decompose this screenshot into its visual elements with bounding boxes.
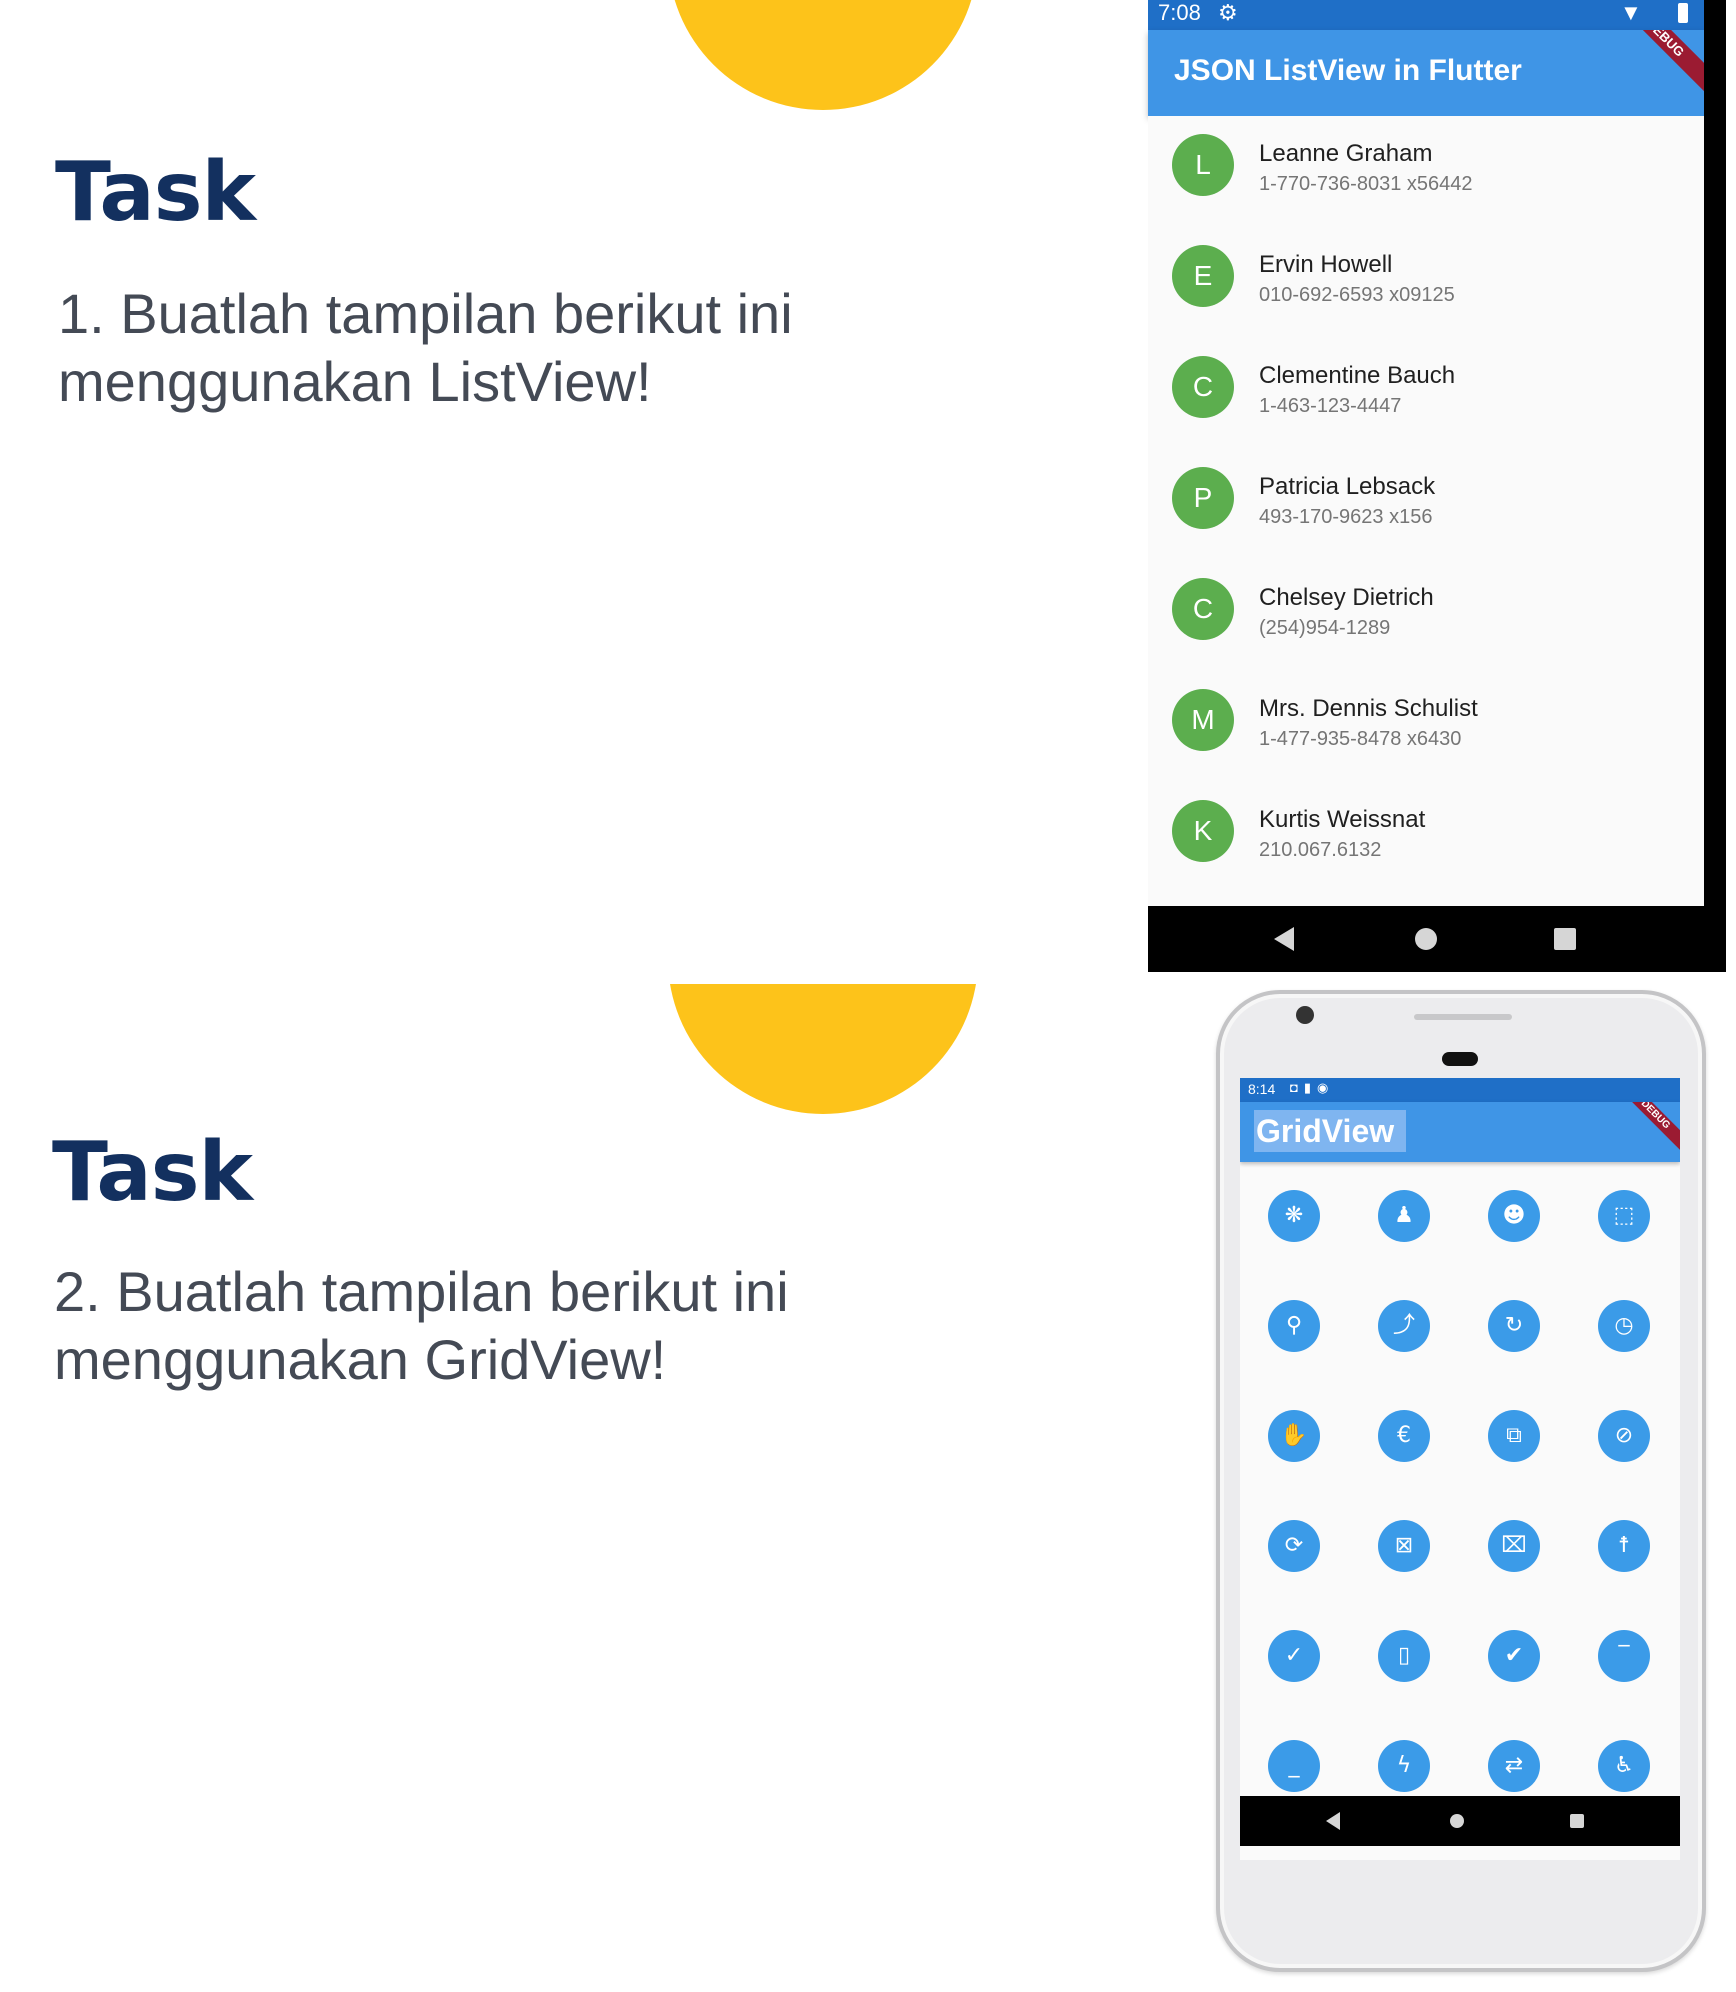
debug-banner: DEBUG [1604, 30, 1704, 99]
list-item[interactable]: M Mrs. Dennis Schulist 1-477-935-8478 x6… [1148, 671, 1704, 782]
pan-tool-icon[interactable]: ✋ [1268, 1410, 1320, 1462]
android-nav-bar [1148, 906, 1704, 972]
accessible-icon[interactable]: ♿ [1598, 1740, 1650, 1792]
debug-banner: DEBUG [1611, 1102, 1680, 1159]
record-voice-icon[interactable]: ☻ [1488, 1190, 1540, 1242]
contact-name: Patricia Lebsack [1259, 473, 1436, 500]
person-icon[interactable]: ♟ [1378, 1190, 1430, 1242]
back-icon[interactable] [1274, 927, 1294, 951]
list-item[interactable]: E Ervin Howell 010-692-6593 x09125 [1148, 227, 1704, 338]
back-icon[interactable] [1326, 1812, 1340, 1830]
contact-phone: 1-770-736-8031 x56442 [1259, 173, 1473, 195]
status-time: 7:08 [1158, 0, 1201, 25]
euro-icon[interactable]: € [1378, 1410, 1430, 1462]
recents-icon[interactable] [1570, 1814, 1584, 1828]
contact-name: Leanne Graham [1259, 140, 1433, 167]
recents-icon[interactable] [1554, 928, 1576, 950]
home-icon[interactable] [1450, 1814, 1464, 1828]
decorative-sun-circle [668, 984, 978, 1114]
minimize-top-icon[interactable]: ‾ [1598, 1630, 1650, 1682]
listview-phone-screenshot: 7:08 ⚙ ▼ JSON ListView in Flutter DEBUG … [1148, 0, 1732, 972]
pets-icon[interactable]: ❋ [1268, 1190, 1320, 1242]
contact-name: Clementine Bauch [1259, 362, 1456, 389]
status-time: 8:14 [1248, 1081, 1276, 1097]
done-all-icon[interactable]: ✔ [1488, 1630, 1540, 1682]
android-nav-bar [1240, 1796, 1680, 1846]
contact-name: Ervin Howell [1259, 251, 1393, 278]
find-replace-icon[interactable]: ⟳ [1268, 1520, 1320, 1572]
app-title: GridView [1254, 1110, 1407, 1152]
task-title: Task [55, 145, 256, 240]
decorative-sun-circle [668, 0, 978, 110]
avatar: E [1172, 245, 1234, 307]
home-icon[interactable] [1415, 928, 1437, 950]
contact-phone: 1-477-935-8478 x6430 [1259, 728, 1462, 750]
offline-bolt-icon[interactable]: ϟ [1378, 1740, 1430, 1792]
app-title: JSON ListView in Flutter [1174, 54, 1522, 87]
minimize-icon[interactable]: _ [1268, 1740, 1320, 1792]
avatar: L [1172, 134, 1234, 196]
task-description: 2. Buatlah tampilan berikut ini mengguna… [54, 1260, 789, 1391]
gridview-phone-mockup: 8:14 ◘▮◉ GridView DEBUG ❋ ♟ ☻ ⬚ ⚲ ⤴ ↻ ◷ ✋ € ⧉ ⊘ ⟳ ⊠ ⌧ ☨… [1216, 990, 1706, 1972]
slide-gridview-task: Task 2. Buatlah tampilan berikut ini men… [0, 984, 1736, 1992]
camera-icon [1296, 1006, 1314, 1024]
list-item[interactable]: C Chelsey Dietrich (254)954-1289 [1148, 560, 1704, 671]
slide-listview-task: Task 1. Buatlah tampilan berikut ini men… [0, 0, 1736, 984]
notification-icons: ◘▮◉ [1290, 1080, 1335, 1095]
avatar: P [1172, 467, 1234, 529]
g-translate-icon[interactable]: ⧉ [1488, 1410, 1540, 1462]
list-item[interactable]: C Clementine Bauch 1-463-123-4447 [1148, 338, 1704, 449]
contact-phone: 493-170-9623 x156 [1259, 506, 1433, 528]
contact-name: Chelsey Dietrich [1259, 584, 1434, 611]
task-title: Task [52, 1125, 253, 1220]
contact-name: Mrs. Dennis Schulist [1259, 695, 1478, 722]
trending-up-icon[interactable]: ⤴ [1378, 1300, 1430, 1352]
proximity-sensor [1442, 1052, 1478, 1066]
contact-name: Kurtis Weissnat [1259, 806, 1426, 833]
contact-list: L Leanne Graham 1-770-736-8031 x56442 E … [1148, 116, 1704, 906]
speaker-notes-off-icon[interactable]: ⊠ [1378, 1520, 1430, 1572]
speaker-grille [1414, 1014, 1512, 1020]
swap-horizontal-circle-icon[interactable]: ⇄ [1488, 1740, 1540, 1792]
task-description: 1. Buatlah tampilan berikut ini mengguna… [58, 282, 793, 413]
crop-free-icon[interactable]: ⬚ [1598, 1190, 1650, 1242]
list-item[interactable]: L Leanne Graham 1-770-736-8031 x56442 [1148, 116, 1704, 227]
status-bar: 8:14 ◘▮◉ [1240, 1078, 1680, 1102]
accessibility-icon[interactable]: ☨ [1598, 1520, 1650, 1572]
status-bar: 7:08 ⚙ ▼ [1148, 0, 1704, 30]
battery-icon [1678, 3, 1688, 23]
list-item[interactable]: K Kurtis Weissnat 210.067.6132 [1148, 782, 1704, 893]
avatar: M [1172, 689, 1234, 751]
avatar: C [1172, 356, 1234, 418]
remove-shopping-cart-icon[interactable]: ⊘ [1598, 1410, 1650, 1462]
gear-icon: ⚙ [1218, 0, 1238, 25]
avatar: C [1172, 578, 1234, 640]
device-bezel [1704, 0, 1726, 972]
contact-phone: 010-692-6593 x09125 [1259, 284, 1455, 306]
app-bar: GridView DEBUG [1240, 1102, 1680, 1162]
contact-phone: 210.067.6132 [1259, 839, 1382, 861]
schedule-icon[interactable]: ◷ [1598, 1300, 1650, 1352]
wifi-icon: ▼ [1620, 0, 1642, 25]
directions-run-icon[interactable]: ⚲ [1268, 1300, 1320, 1352]
restore-icon[interactable]: ↻ [1488, 1300, 1540, 1352]
contact-phone: 1-463-123-4447 [1259, 395, 1402, 417]
avatar: K [1172, 800, 1234, 862]
contact-phone: (254)954-1289 [1259, 617, 1391, 639]
app-bar: JSON ListView in Flutter DEBUG [1148, 30, 1704, 116]
delete-forever-icon[interactable]: ⌧ [1488, 1520, 1540, 1572]
delete-outline-icon[interactable]: ▯ [1378, 1630, 1430, 1682]
icon-grid: ❋ ♟ ☻ ⬚ ⚲ ⤴ ↻ ◷ ✋ € ⧉ ⊘ ⟳ ⊠ ⌧ ☨ ✓ ▯ ✔ ‾ _ ϟ ⇄ ♿ [1240, 1162, 1680, 1796]
check-circle-outline-icon[interactable]: ✓ [1268, 1630, 1320, 1682]
phone-screen: 8:14 ◘▮◉ GridView DEBUG ❋ ♟ ☻ ⬚ ⚲ ⤴ ↻ ◷ ✋ € ⧉ ⊘ ⟳ ⊠ ⌧ ☨… [1240, 1078, 1680, 1860]
list-item[interactable]: P Patricia Lebsack 493-170-9623 x156 [1148, 449, 1704, 560]
